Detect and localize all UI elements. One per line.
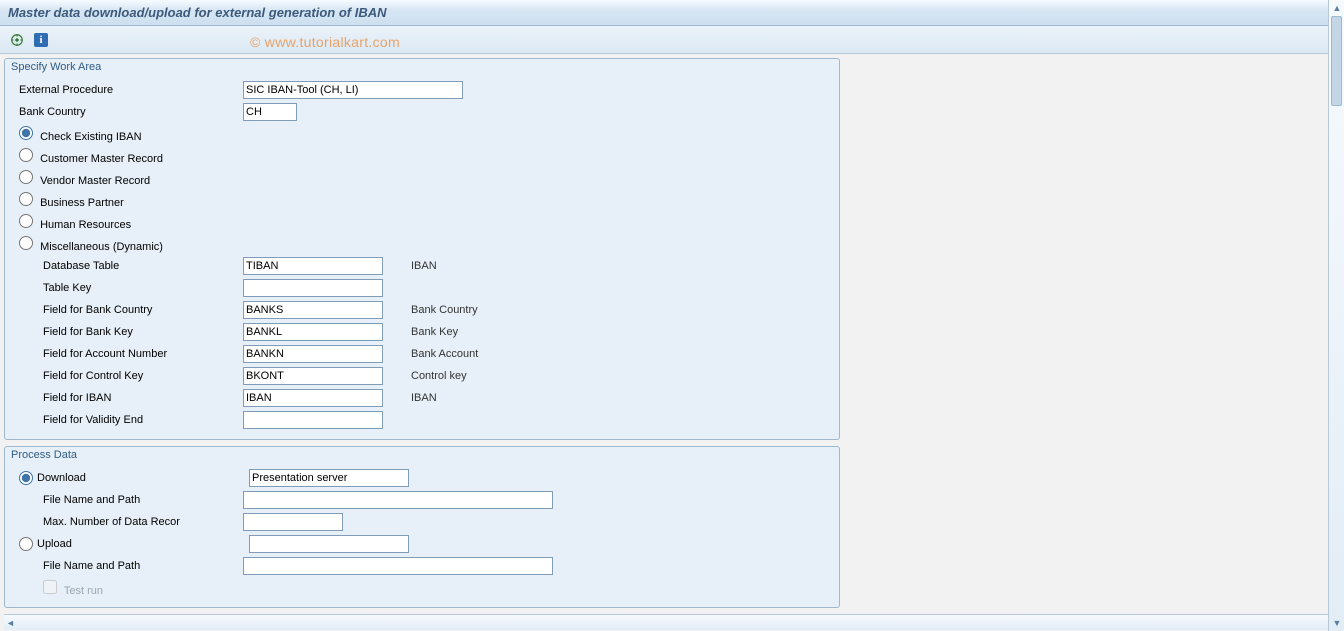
group-specify-work-area: Specify Work Area External Procedure SIC… bbox=[4, 58, 840, 440]
select-upload-target[interactable] bbox=[249, 535, 409, 553]
label-upload-file: File Name and Path bbox=[13, 560, 243, 572]
input-field-iban[interactable] bbox=[243, 389, 383, 407]
label-download-file: File Name and Path bbox=[13, 494, 243, 506]
label-field-control-key: Field for Control Key bbox=[13, 370, 243, 382]
input-field-account[interactable] bbox=[243, 345, 383, 363]
input-download-max[interactable] bbox=[243, 513, 343, 531]
label-bank-country: Bank Country bbox=[13, 106, 243, 118]
scroll-thumb[interactable] bbox=[1331, 16, 1342, 106]
checkbox-test-run: Test run bbox=[43, 585, 103, 597]
content-area: Specify Work Area External Procedure SIC… bbox=[0, 54, 1344, 631]
label-field-iban: Field for IBAN bbox=[13, 392, 243, 404]
label-download-max: Max. Number of Data Recor bbox=[13, 516, 243, 528]
select-external-procedure[interactable]: SIC IBAN-Tool (CH, LI) bbox=[243, 81, 463, 99]
select-download-target[interactable]: Presentation server bbox=[249, 469, 409, 487]
app-toolbar: i bbox=[0, 26, 1344, 54]
scroll-down-icon[interactable]: ▼ bbox=[1329, 615, 1344, 631]
radio-download[interactable]: Download bbox=[19, 471, 249, 485]
input-field-control-key[interactable] bbox=[243, 367, 383, 385]
label-field-account: Field for Account Number bbox=[13, 348, 243, 360]
radio-business-partner[interactable]: Business Partner bbox=[19, 192, 124, 209]
input-field-bank-country[interactable] bbox=[243, 301, 383, 319]
execute-icon[interactable] bbox=[6, 30, 28, 50]
group-title-process: Process Data bbox=[5, 447, 839, 465]
input-table-key[interactable] bbox=[243, 279, 383, 297]
radio-upload[interactable]: Upload bbox=[19, 537, 249, 551]
info-button[interactable]: i bbox=[30, 30, 52, 50]
vertical-scrollbar[interactable]: ▲ ▼ bbox=[1328, 0, 1344, 631]
radio-customer-master[interactable]: Customer Master Record bbox=[19, 148, 163, 165]
label-table-key: Table Key bbox=[13, 282, 243, 294]
info-icon: i bbox=[34, 33, 48, 47]
desc-field-iban: IBAN bbox=[383, 392, 437, 404]
input-download-file[interactable] bbox=[243, 491, 553, 509]
group-title-workarea: Specify Work Area bbox=[5, 59, 839, 77]
title-bar: Master data download/upload for external… bbox=[0, 0, 1344, 26]
horizontal-scrollbar[interactable]: ◄ ► bbox=[4, 614, 1340, 630]
scroll-up-icon[interactable]: ▲ bbox=[1329, 0, 1344, 16]
label-db-table: Database Table bbox=[13, 260, 243, 272]
desc-field-bank-key: Bank Key bbox=[383, 326, 458, 338]
radio-human-resources[interactable]: Human Resources bbox=[19, 214, 131, 231]
radio-check-iban[interactable]: Check Existing IBAN bbox=[19, 126, 142, 143]
radio-miscellaneous[interactable]: Miscellaneous (Dynamic) bbox=[19, 236, 163, 253]
desc-field-control-key: Control key bbox=[383, 370, 467, 382]
scroll-left-icon[interactable]: ◄ bbox=[6, 618, 15, 628]
desc-field-account: Bank Account bbox=[383, 348, 478, 360]
label-field-bank-country: Field for Bank Country bbox=[13, 304, 243, 316]
input-field-bank-key[interactable] bbox=[243, 323, 383, 341]
input-db-table[interactable] bbox=[243, 257, 383, 275]
label-field-validity-end: Field for Validity End bbox=[13, 414, 243, 426]
input-upload-file[interactable] bbox=[243, 557, 553, 575]
label-field-bank-key: Field for Bank Key bbox=[13, 326, 243, 338]
input-field-validity-end[interactable] bbox=[243, 411, 383, 429]
label-external-procedure: External Procedure bbox=[13, 84, 243, 96]
desc-db-table: IBAN bbox=[383, 260, 437, 272]
desc-field-bank-country: Bank Country bbox=[383, 304, 478, 316]
select-bank-country[interactable]: CH bbox=[243, 103, 297, 121]
group-process-data: Process Data Download Presentation serve… bbox=[4, 446, 840, 608]
page-title: Master data download/upload for external… bbox=[8, 5, 387, 20]
radio-vendor-master[interactable]: Vendor Master Record bbox=[19, 170, 150, 187]
